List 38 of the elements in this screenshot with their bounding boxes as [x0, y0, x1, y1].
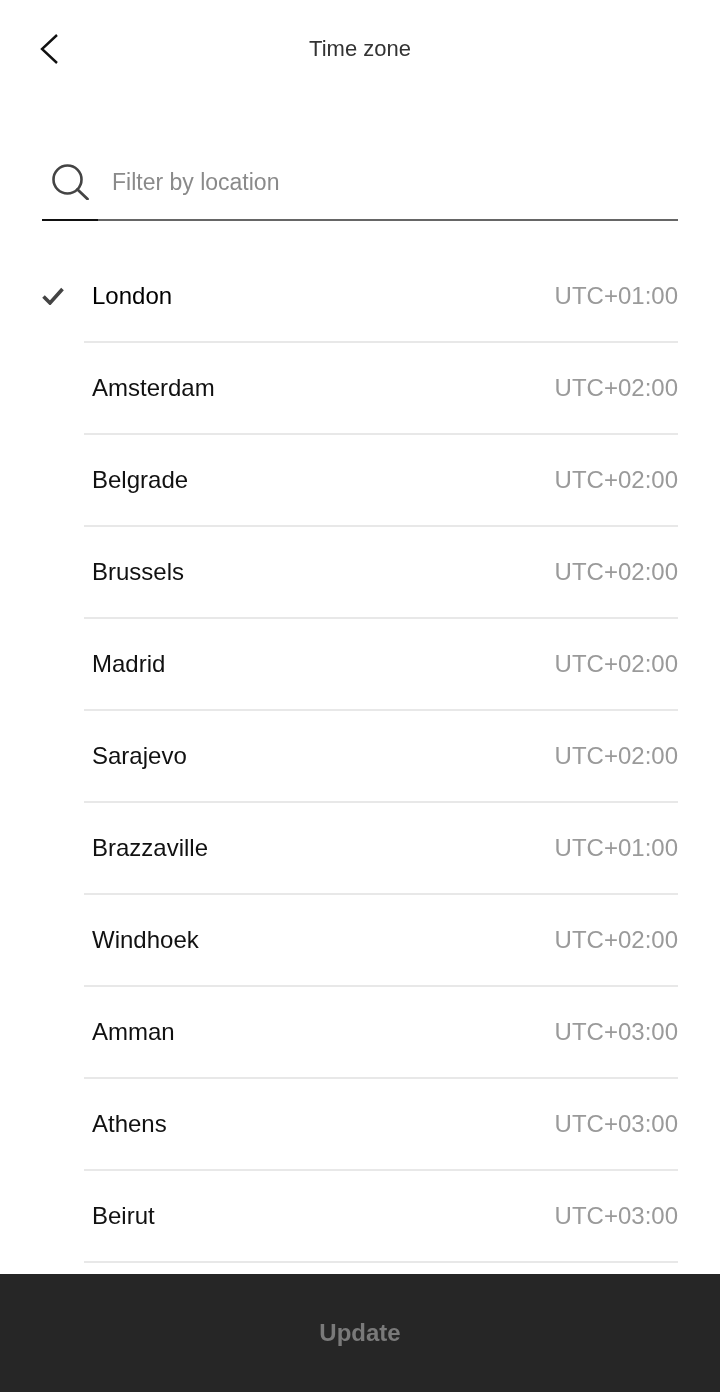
city-name: Amsterdam — [92, 374, 215, 402]
utc-offset: UTC+03:00 — [554, 1202, 678, 1230]
city-name: Amman — [92, 1018, 175, 1046]
timezone-row[interactable]: Amsterdam UTC+02:00 — [0, 343, 720, 435]
timezone-row[interactable]: Brussels UTC+02:00 — [0, 527, 720, 619]
back-button[interactable] — [40, 34, 58, 64]
utc-offset: UTC+02:00 — [554, 926, 678, 954]
timezone-row[interactable]: London UTC+01:00 — [0, 251, 720, 343]
timezone-row[interactable]: Sarajevo UTC+02:00 — [0, 711, 720, 803]
back-icon — [40, 34, 58, 64]
timezone-row[interactable]: Madrid UTC+02:00 — [0, 619, 720, 711]
utc-offset: UTC+01:00 — [554, 282, 678, 310]
utc-offset: UTC+02:00 — [554, 466, 678, 494]
city-name: Brazzaville — [92, 834, 209, 862]
utc-offset: UTC+02:00 — [554, 374, 678, 402]
timezone-row[interactable]: Beirut UTC+03:00 — [0, 1171, 720, 1263]
timezone-row[interactable]: Windhoek UTC+02:00 — [0, 895, 720, 987]
timezone-row[interactable]: Brazzaville UTC+01:00 — [0, 803, 720, 895]
utc-offset: UTC+03:00 — [554, 1018, 678, 1046]
city-name: London — [92, 282, 173, 310]
utc-offset: UTC+02:00 — [554, 650, 678, 678]
city-name: Beirut — [92, 1202, 155, 1230]
city-name: Sarajevo — [92, 742, 187, 770]
utc-offset: UTC+02:00 — [554, 742, 678, 770]
utc-offset: UTC+02:00 — [554, 558, 678, 586]
city-name: Brussels — [92, 558, 185, 586]
timezone-row[interactable]: Amman UTC+03:00 — [0, 987, 720, 1079]
city-name: Windhoek — [92, 926, 199, 954]
checkmark-icon — [42, 287, 64, 305]
timezone-row[interactable]: Athens UTC+03:00 — [0, 1079, 720, 1171]
utc-offset: UTC+01:00 — [554, 834, 678, 862]
city-name: Athens — [92, 1110, 167, 1138]
screen-title: Time zone — [309, 36, 411, 62]
utc-offset: UTC+03:00 — [554, 1110, 678, 1138]
city-name: Belgrade — [92, 466, 189, 494]
timezone-row[interactable]: Belgrade UTC+02:00 — [0, 435, 720, 527]
search-icon — [52, 164, 89, 200]
city-name: Madrid — [92, 650, 166, 678]
